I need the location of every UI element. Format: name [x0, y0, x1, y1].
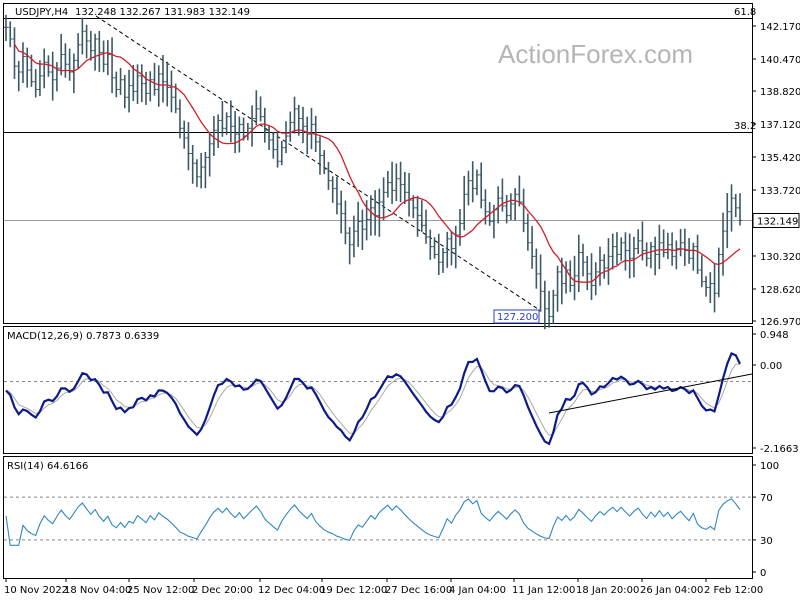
- price-ytick-label: 128.620: [760, 285, 800, 296]
- price-ytick-label: 133.720: [760, 186, 800, 197]
- rsi-ytick-label: 70: [760, 493, 773, 504]
- rsi-ytick-label: 100: [760, 461, 779, 472]
- xtick-label: 11 Jan 12:00: [512, 585, 575, 596]
- xtick-label: 2 Feb 12:00: [704, 585, 763, 596]
- xtick-label: 26 Jan 04:00: [640, 585, 703, 596]
- fib-382-label: 38.2: [734, 121, 756, 132]
- price-ytick-label: 137.120: [760, 120, 800, 131]
- macd-title: MACD(12,26,9) 0.7873 0.6339: [7, 331, 159, 342]
- xtick-label: 18 Jan 20:00: [576, 585, 639, 596]
- current-price-label: 132.149: [757, 216, 798, 227]
- xtick-label: 12 Dec 04:00: [258, 585, 325, 596]
- symbol-title: USDJPY,H4: [15, 7, 68, 18]
- macd-ytick-label: -2.1663: [760, 444, 799, 455]
- price-ytick-label: 140.470: [760, 55, 800, 66]
- macd-ytick-label: 0.948: [760, 330, 789, 341]
- price-ytick-label: 138.820: [760, 87, 800, 98]
- rsi-ytick-label: 0: [760, 568, 766, 579]
- xtick-label: 19 Dec 12:00: [320, 585, 387, 596]
- rsi-ytick-label: 30: [760, 536, 773, 547]
- xtick-label: 10 Nov 2022: [4, 585, 68, 596]
- watermark: ActionForex.com: [498, 39, 693, 69]
- low-label: 127.200: [497, 312, 538, 323]
- fib-618-label: 61.8: [734, 7, 756, 18]
- xtick-label: 2 Dec 20:00: [192, 585, 253, 596]
- xtick-label: 18 Nov 04:00: [64, 585, 131, 596]
- rsi-title: RSI(14) 64.6166: [7, 461, 88, 472]
- xtick-label: 4 Jan 04:00: [449, 585, 506, 596]
- macd-ytick-label: 0.00: [760, 361, 782, 372]
- price-ytick-label: 130.320: [760, 252, 800, 263]
- price-ytick-label: 135.420: [760, 153, 800, 164]
- chart-canvas: ActionForex.com 61.838.2132.149 127.200 …: [0, 0, 800, 600]
- xtick-label: 27 Dec 16:00: [385, 585, 452, 596]
- price-ytick-label: 126.970: [760, 317, 800, 328]
- xtick-label: 25 Nov 12:00: [127, 585, 194, 596]
- price-ytick-label: 142.170: [760, 22, 800, 33]
- ohlc-readout: 132.248 132.267 131.983 132.149: [75, 7, 250, 18]
